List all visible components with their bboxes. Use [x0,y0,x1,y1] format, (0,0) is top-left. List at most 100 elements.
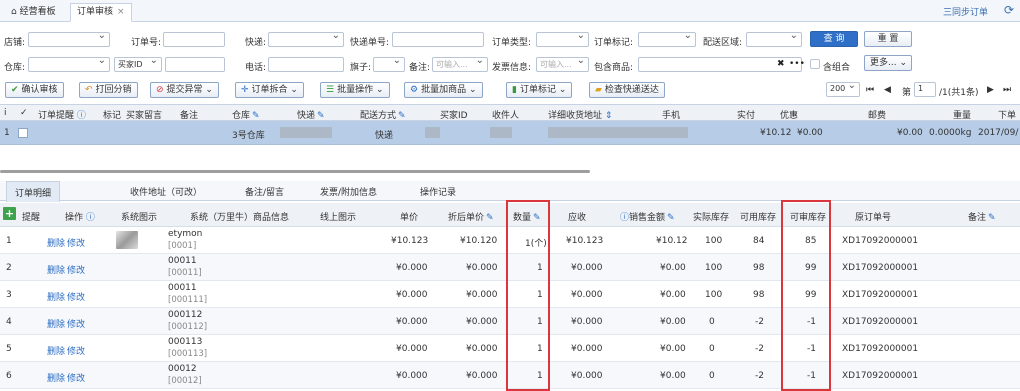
receivable: ¥0.000 [571,290,603,300]
col-d-discount-price-label: 折后单价 [448,213,485,223]
next-page-icon[interactable]: ▶ [987,85,994,95]
row-number: 2 [6,263,12,273]
goods-icon: ⚙ [410,85,419,95]
delete-link[interactable]: 删除 [47,290,65,303]
receivable: ¥0.000 [571,317,603,327]
tab-address[interactable]: 收件地址（可改） [130,185,202,198]
express-select[interactable] [268,32,344,47]
submit-abnormal-button[interactable]: ⊘ 提交异常 ⌄ [150,82,219,98]
col-d-orig-order: 原订单号 [855,213,892,223]
search-button[interactable]: 查 询 [810,31,858,47]
edit-icon: ✎ [252,111,260,121]
prev-page-icon[interactable]: ◀ [884,85,891,95]
tab-invoice[interactable]: 发票/附加信息 [320,185,377,198]
edit-link[interactable]: 修改 [67,344,85,357]
available-stock: 84 [753,236,765,246]
row-delivery: 快递 [375,131,394,141]
combo-label: 含组合 [823,63,851,73]
delete-link[interactable]: 删除 [47,317,65,330]
order-type-select[interactable] [536,32,589,47]
flag-select[interactable] [373,57,405,72]
delete-link[interactable]: 删除 [47,371,65,384]
close-icon[interactable]: × [117,7,125,17]
original-order-no: XD17092000001 [842,236,919,246]
col-d-sys-img: 系统图示 [121,213,158,223]
col-mobile: 手机 [662,111,681,121]
split-merge-button[interactable]: ✛ 订单拆合 ⌄ [235,82,304,98]
delete-link[interactable]: 删除 [47,236,65,249]
tab-operation-log[interactable]: 操作记录 [420,185,456,198]
delete-link[interactable]: 删除 [47,344,65,357]
goods-code: 00012 [168,364,197,374]
delivery-area-label: 配送区域: [703,38,743,48]
info-icon: ⓘ [83,213,95,223]
tab-order-detail[interactable]: 订单明细 [6,181,61,202]
delete-link[interactable]: 删除 [47,263,65,276]
sales-amount: ¥0.00 [660,371,686,381]
discount-price: ¥0.000 [466,344,498,354]
order-tag-button[interactable]: ▮ 订单标记 ⌄ [506,82,573,98]
unit-price: ¥0.000 [396,317,428,327]
invoice-select[interactable]: 可输入... [536,57,589,72]
buyer-id-input[interactable] [165,57,225,72]
col-d-op: 操作 ⓘ [65,210,95,223]
split-icon: ✛ [241,85,249,95]
order-tag-select[interactable] [638,32,696,47]
more-filters-button[interactable]: 更多... ⌄ [864,55,912,71]
discount-price: ¥0.000 [466,371,498,381]
tab-order-review[interactable]: 订单审核 × [70,3,132,22]
flag-label: 旗子: [350,63,372,73]
col-select-all[interactable]: ✓ [20,108,28,118]
clear-icon[interactable]: ✖ [777,59,785,69]
check-express-button[interactable]: ▰ 检查快递送达 [589,82,665,98]
express-no-input[interactable] [392,32,484,47]
add-row-button[interactable]: + [3,207,16,220]
horizontal-scrollbar[interactable] [0,170,590,173]
edit-link[interactable]: 修改 [67,371,85,384]
phone-label: 电话: [245,63,267,73]
receivable: ¥0.000 [571,344,603,354]
return-distribution-button[interactable]: ↶ 打回分销 [79,82,138,98]
more-options-icon[interactable]: ••• [789,59,805,69]
order-grid-header: i ✓ 订单提醒 ⓘ 标记 买家留言 备注 仓库 ✎ 快递 ✎ 配送方式 ✎ 买家ID… [0,104,1020,121]
check-express-label: 检查快递送达 [604,85,659,95]
buyer-id-select[interactable]: 买家ID [114,57,162,72]
edit-link[interactable]: 修改 [67,317,85,330]
sync-orders-link[interactable]: 三同步订单 [943,5,988,18]
combo-checkbox[interactable] [810,59,820,69]
delivery-area-select[interactable] [746,32,802,47]
unit-price: ¥0.000 [396,371,428,381]
redacted-recipient [490,127,512,138]
order-no-input[interactable] [163,32,225,47]
phone-input[interactable] [268,57,344,72]
row-checkbox[interactable] [18,128,28,138]
tab-dashboard[interactable]: ⌂ 经营看板 [4,3,63,22]
sales-amount: ¥0.00 [660,263,686,273]
page-input[interactable]: 1 [914,82,936,97]
edit-link[interactable]: 修改 [67,290,85,303]
refresh-icon[interactable]: ⟳ [1004,3,1014,17]
tab-remark[interactable]: 备注/留言 [245,185,284,198]
sort-icon: ⇕ [602,111,613,121]
col-mark: 标记 [103,111,122,121]
goods-sub-code: [000112] [168,322,208,332]
edit-link[interactable]: 修改 [67,263,85,276]
remark-select[interactable]: 可输入... [432,57,488,72]
edit-link[interactable]: 修改 [67,236,85,249]
first-page-icon[interactable]: ⏮ [866,85,874,95]
confirm-review-button[interactable]: ✔ 确认审核 [5,82,64,98]
warehouse-select[interactable] [28,57,110,72]
col-d-op-label: 操作 [65,213,84,223]
goods-code: 00011 [168,256,197,266]
batch-operation-button[interactable]: ☰ 批量操作 ⌄ [320,82,390,98]
last-page-icon[interactable]: ⏭ [1003,85,1011,95]
page-size-select[interactable]: 200 [826,82,860,97]
col-buyer-id: 买家ID [440,111,468,121]
shop-select[interactable] [28,32,110,47]
row-warehouse: 3号仓库 [232,131,265,141]
col-d-online-img: 线上图示 [320,213,357,223]
batch-add-goods-button[interactable]: ⚙ 批量加商品 ⌄ [404,82,483,98]
unit-price: ¥0.000 [396,290,428,300]
table-row[interactable]: 1 3号仓库 快递 ¥10.12 ¥0.00 ¥0.00 0.0000kg 20… [0,121,1020,145]
reset-button[interactable]: 重 置 [864,31,912,47]
